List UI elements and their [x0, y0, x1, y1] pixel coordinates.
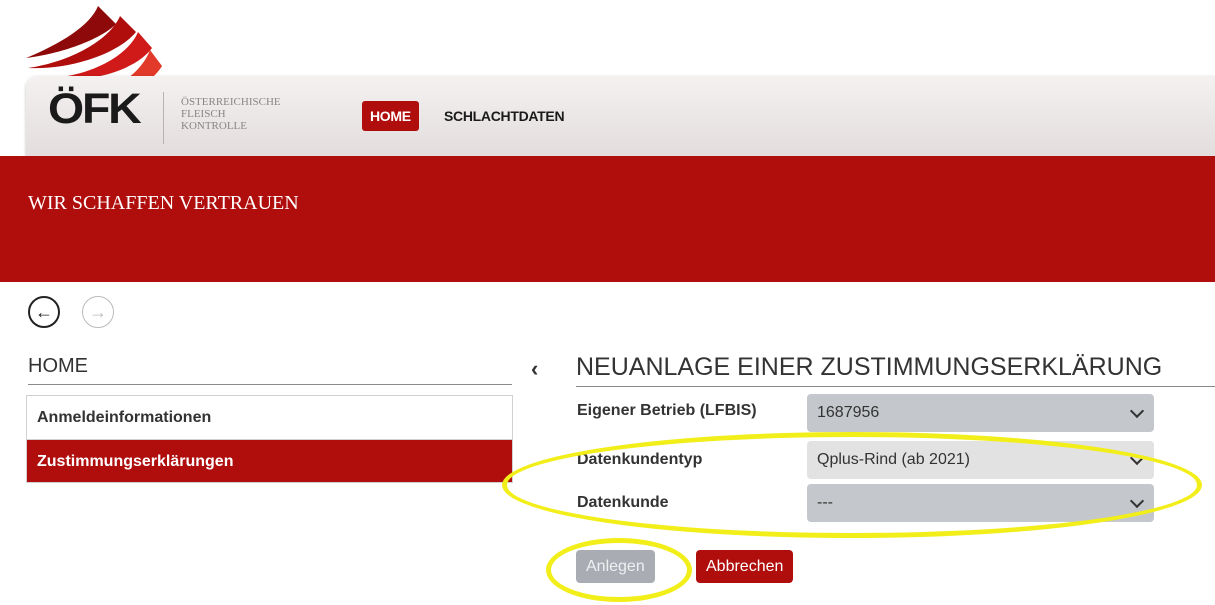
sidebar-title: HOME [28, 355, 512, 385]
page-title: NEUANLAGE EINER ZUSTIMMUNGSERKLÄRUNG [576, 353, 1215, 387]
tagline: WIR SCHAFFEN VERTRAUEN [28, 192, 299, 214]
org-name: ÖSTERREICHISCHE FLEISCH KONTROLLE [181, 96, 281, 132]
arrow-left-icon: ← [35, 302, 53, 322]
chevron-down-icon [1129, 493, 1145, 509]
chevron-down-icon [1129, 450, 1145, 466]
betrieb-select-value: 1687956 [817, 404, 880, 421]
sidebar-menu: Anmeldeinformationen Zustimmungserklärun… [26, 395, 513, 483]
logo-divider [163, 92, 164, 144]
datenkunde-select[interactable]: --- [807, 484, 1154, 522]
arrow-right-icon: → [89, 302, 107, 322]
betrieb-label: Eigener Betrieb (LFBIS) [577, 402, 757, 419]
forward-button[interactable]: → [82, 296, 114, 328]
sidebar-item-anmeldeinformationen[interactable]: Anmeldeinformationen [27, 396, 512, 439]
chevron-down-icon [1129, 403, 1145, 419]
betrieb-select[interactable]: 1687956 [807, 394, 1154, 432]
datenkundentyp-select-value: Qplus-Rind (ab 2021) [817, 451, 970, 468]
datenkunde-label: Datenkunde [577, 494, 669, 511]
datenkunde-select-value: --- [817, 494, 833, 511]
datenkundentyp-select[interactable]: Qplus-Rind (ab 2021) [807, 441, 1154, 479]
nav-schlachtdaten-link[interactable]: SCHLACHTDATEN [444, 101, 565, 131]
anlegen-button[interactable]: Anlegen [576, 550, 655, 583]
chevron-left-icon[interactable]: ‹ [531, 356, 538, 382]
hero-banner: WIR SCHAFFEN VERTRAUEN [0, 156, 1215, 282]
nav-home-link[interactable]: HOME [362, 101, 419, 131]
ofk-logo-text[interactable]: ÖFK [48, 88, 142, 131]
back-button[interactable]: ← [28, 296, 60, 328]
sidebar-item-zustimmungserklaerungen[interactable]: Zustimmungserklärungen [27, 439, 512, 482]
datenkundentyp-label: Datenkundentyp [577, 451, 703, 468]
abbrechen-button[interactable]: Abbrechen [696, 550, 794, 583]
